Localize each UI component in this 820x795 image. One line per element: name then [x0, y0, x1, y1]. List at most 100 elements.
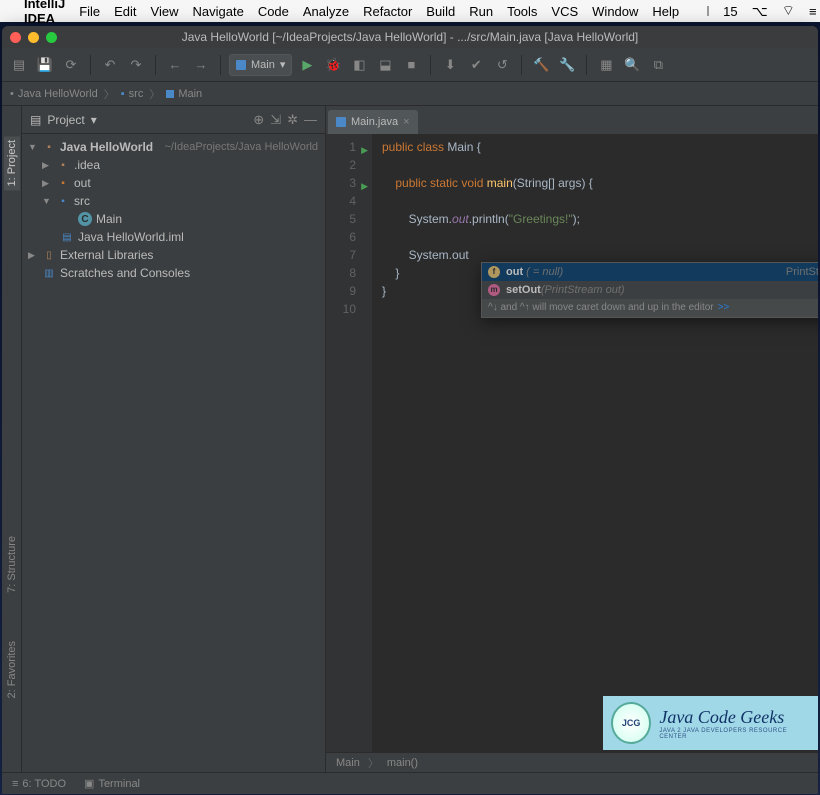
editor-tab-label: Main.java: [351, 116, 398, 128]
hide-icon[interactable]: —: [304, 112, 317, 127]
forward-icon[interactable]: →: [190, 54, 212, 76]
left-tool-strip: 1: Project 7: Structure 2: Favorites: [2, 106, 22, 772]
chevron-right-icon: 〉: [149, 86, 160, 102]
wifi-icon[interactable]: ⌔: [782, 2, 795, 20]
menu-vcs[interactable]: VCS: [551, 4, 578, 19]
close-window-button[interactable]: [10, 32, 21, 43]
layout-icon[interactable]: ⧉: [647, 54, 669, 76]
tool-tab-favorites[interactable]: 2: Favorites: [4, 637, 20, 702]
project-view-title: Project: [47, 113, 84, 127]
completion-hint-link[interactable]: >>: [718, 299, 730, 317]
tree-root[interactable]: ▼▪ Java HelloWorld ~/IdeaProjects/Java H…: [22, 138, 325, 156]
tree-iml[interactable]: ▤Java HelloWorld.iml: [22, 228, 325, 246]
navigation-bar: • Java HelloWorld 〉 ▪ src 〉 Main: [2, 82, 818, 106]
app-name[interactable]: IntelliJ IDEA: [24, 0, 65, 26]
menu-help[interactable]: Help: [652, 4, 679, 19]
editor-tabs: Main.java ×: [326, 106, 818, 134]
completion-item[interactable]: m setOut(PrintStream out) void: [482, 281, 818, 299]
zoom-window-button[interactable]: [46, 32, 57, 43]
menu-build[interactable]: Build: [426, 4, 455, 19]
editor-breadcrumb[interactable]: Main 〉 main(): [326, 752, 818, 772]
completion-hint: ^↓ and ^↑ will move caret down and up in…: [482, 299, 818, 317]
tree-src[interactable]: ▼▪src: [22, 192, 325, 210]
completion-item[interactable]: f out ( = null) PrintStream: [482, 263, 818, 281]
menu-refactor[interactable]: Refactor: [363, 4, 412, 19]
terminal-tab[interactable]: ▣ Terminal: [84, 777, 140, 790]
bluetooth-icon[interactable]: ⌥: [752, 3, 768, 20]
notifications-icon[interactable]: [707, 6, 709, 16]
undo-icon[interactable]: ↶: [99, 54, 121, 76]
save-icon[interactable]: 💾: [34, 54, 56, 76]
titlebar: Java HelloWorld [~/IdeaProjects/Java Hel…: [2, 26, 818, 48]
menu-file[interactable]: File: [79, 4, 100, 19]
code-completion-popup[interactable]: f out ( = null) PrintStream m setOut(Pri…: [481, 262, 818, 318]
vcs-history-icon[interactable]: ↺: [491, 54, 513, 76]
folder-icon: ▤: [30, 113, 41, 127]
run-button[interactable]: ▶: [296, 54, 318, 76]
chevron-right-icon: 〉: [104, 86, 115, 102]
stop-button[interactable]: ■: [400, 54, 422, 76]
menu-tools[interactable]: Tools: [507, 4, 537, 19]
menubar-extra[interactable]: ≡: [809, 4, 817, 19]
run-config-name: Main: [251, 59, 275, 71]
tree-main-class[interactable]: CMain: [22, 210, 325, 228]
chevron-down-icon: ▾: [280, 58, 286, 71]
minimize-window-button[interactable]: [28, 32, 39, 43]
coverage-button[interactable]: ◧: [348, 54, 370, 76]
todo-tab[interactable]: ≡ 6: TODO: [12, 778, 66, 790]
profile-button[interactable]: ⬓: [374, 54, 396, 76]
expand-icon[interactable]: ⇲: [270, 112, 281, 128]
open-icon[interactable]: ▤: [8, 54, 30, 76]
menu-analyze[interactable]: Analyze: [303, 4, 349, 19]
notifications-count: 15: [723, 4, 737, 19]
vcs-update-icon[interactable]: ⬇: [439, 54, 461, 76]
breadcrumb-file[interactable]: Main: [166, 88, 202, 100]
sync-icon[interactable]: ⟳: [60, 54, 82, 76]
tree-idea[interactable]: ▶▪.idea: [22, 156, 325, 174]
breadcrumb-src[interactable]: ▪ src: [121, 88, 144, 100]
tree-out[interactable]: ▶▪out: [22, 174, 325, 192]
gear-icon[interactable]: ✲: [287, 112, 298, 128]
run-configuration-dropdown[interactable]: Main ▾: [229, 54, 292, 76]
search-icon[interactable]: 🔍: [621, 54, 643, 76]
debug-button[interactable]: 🐞: [322, 54, 344, 76]
tree-scratches[interactable]: ▥Scratches and Consoles: [22, 264, 325, 282]
tool-tab-structure[interactable]: 7: Structure: [4, 532, 20, 597]
gutter[interactable]: 1▶ 2 3▶ 4 5 6 7 8 9 10: [326, 134, 372, 752]
back-icon[interactable]: ←: [164, 54, 186, 76]
project-tool-window: ▤ Project ▾ ⊕ ⇲ ✲ — ▼▪ Java HelloWorld ~…: [22, 106, 326, 772]
ide-window: Java HelloWorld [~/IdeaProjects/Java Hel…: [2, 26, 818, 794]
field-icon: f: [488, 266, 500, 278]
watermark-title: Java Code Geeks: [659, 707, 810, 728]
window-title: Java HelloWorld [~/IdeaProjects/Java Hel…: [2, 30, 818, 44]
structure-icon[interactable]: ▦: [595, 54, 617, 76]
menu-view[interactable]: View: [151, 4, 179, 19]
editor-area: Main.java × 1▶ 2 3▶ 4 5 6 7 8 9 10: [326, 106, 818, 772]
breadcrumb-project[interactable]: • Java HelloWorld: [10, 88, 98, 100]
code-body[interactable]: public class Main { public static void m…: [372, 134, 818, 752]
macos-menu-bar: IntelliJ IDEA File Edit View Navigate Co…: [0, 0, 820, 22]
jcg-logo: JCG: [611, 702, 651, 744]
class-icon: [236, 60, 246, 70]
class-icon: [336, 117, 346, 127]
main-toolbar: ▤ 💾 ⟳ ↶ ↷ ← → Main ▾ ▶ 🐞 ◧ ⬓ ■ ⬇ ✔ ↺ 🔨 🔧…: [2, 48, 818, 82]
vcs-commit-icon[interactable]: ✔: [465, 54, 487, 76]
locate-icon[interactable]: ⊕: [253, 112, 264, 128]
build-icon[interactable]: 🔨: [530, 54, 552, 76]
tree-external-libs[interactable]: ▶▯External Libraries: [22, 246, 325, 264]
menu-code[interactable]: Code: [258, 4, 289, 19]
bottom-tool-strip: ≡ 6: TODO ▣ Terminal: [2, 772, 818, 794]
menu-window[interactable]: Window: [592, 4, 638, 19]
method-icon: m: [488, 284, 500, 296]
settings-wrench-icon[interactable]: 🔧: [556, 54, 578, 76]
editor-tab-main[interactable]: Main.java ×: [328, 110, 418, 134]
project-tree[interactable]: ▼▪ Java HelloWorld ~/IdeaProjects/Java H…: [22, 134, 325, 286]
close-tab-icon[interactable]: ×: [403, 116, 409, 128]
menu-navigate[interactable]: Navigate: [193, 4, 244, 19]
watermark: JCG Java Code Geeks JAVA 2 JAVA DEVELOPE…: [603, 696, 818, 750]
menu-edit[interactable]: Edit: [114, 4, 136, 19]
menu-run[interactable]: Run: [469, 4, 493, 19]
chevron-down-icon[interactable]: ▾: [91, 113, 97, 127]
redo-icon[interactable]: ↷: [125, 54, 147, 76]
tool-tab-project[interactable]: 1: Project: [4, 136, 20, 190]
